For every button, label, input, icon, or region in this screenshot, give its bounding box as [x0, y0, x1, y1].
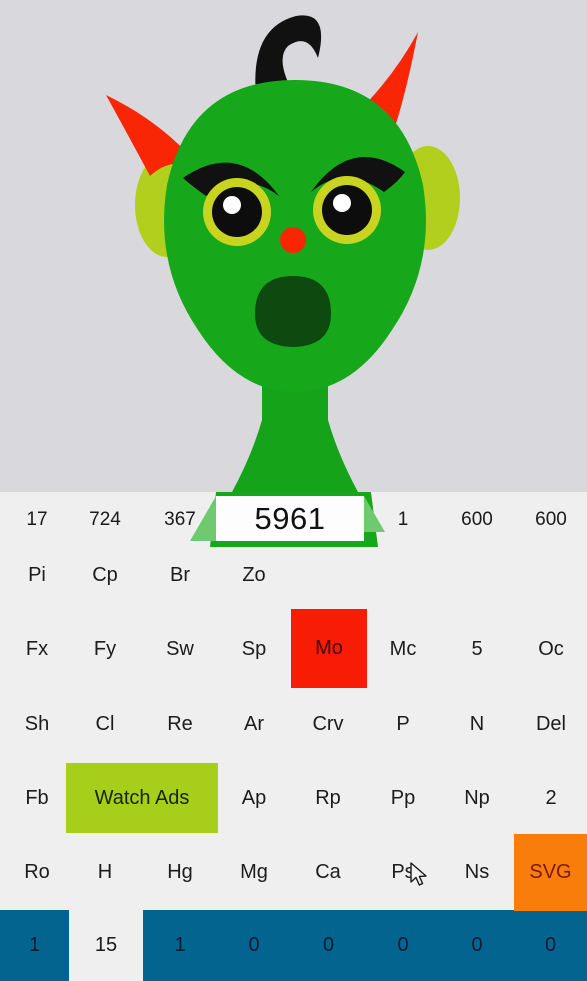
bottom-slot-6[interactable]: 0	[366, 910, 440, 981]
bottom-slot-7[interactable]: 0	[440, 910, 514, 981]
key-r1c8-empty	[514, 547, 587, 603]
key-ns[interactable]: Ns	[440, 844, 514, 900]
avatar-mouth	[254, 276, 332, 347]
key-sw[interactable]: Sw	[143, 621, 217, 677]
key-del[interactable]: Del	[514, 696, 587, 752]
key-np[interactable]: Np	[440, 770, 514, 826]
key-r1c7-empty	[440, 547, 514, 603]
watch-ads-button[interactable]: Watch Ads	[66, 763, 218, 833]
score-display: 5961	[216, 496, 364, 541]
key-r1c6-empty	[366, 547, 440, 603]
key-fx[interactable]: Fx	[0, 621, 74, 677]
counter-cell-7[interactable]: 600	[440, 492, 514, 547]
key-p[interactable]: P	[366, 696, 440, 752]
counter-cell-2[interactable]: 724	[68, 492, 142, 547]
counter-cell-1[interactable]: 17	[0, 492, 74, 547]
key-ps[interactable]: Ps	[366, 844, 440, 900]
key-n[interactable]: N	[440, 696, 514, 752]
key-mg[interactable]: Mg	[217, 844, 291, 900]
key-r1c5-empty	[291, 547, 365, 603]
counter-cell-6[interactable]: 1	[366, 492, 440, 547]
avatar-nose	[280, 227, 306, 253]
key-cp[interactable]: Cp	[68, 547, 142, 603]
key-2[interactable]: 2	[514, 770, 587, 826]
bottom-slot-1[interactable]: 1	[0, 910, 69, 981]
key-re[interactable]: Re	[143, 696, 217, 752]
key-ca[interactable]: Ca	[291, 844, 365, 900]
key-5[interactable]: 5	[440, 621, 514, 677]
goblin-avatar-illustration	[106, 15, 460, 492]
counter-cell-3[interactable]: 367	[143, 492, 217, 547]
key-pp[interactable]: Pp	[366, 770, 440, 826]
key-cl[interactable]: Cl	[68, 696, 142, 752]
key-ap[interactable]: Ap	[217, 770, 291, 826]
key-ro[interactable]: Ro	[0, 844, 74, 900]
key-oc[interactable]: Oc	[514, 621, 587, 677]
bottom-slot-5[interactable]: 0	[291, 910, 366, 981]
key-ar[interactable]: Ar	[217, 696, 291, 752]
avatar-left-eye-highlight	[223, 196, 241, 214]
key-fb[interactable]: Fb	[0, 770, 74, 826]
key-sp[interactable]: Sp	[217, 621, 291, 677]
key-sh[interactable]: Sh	[0, 696, 74, 752]
key-br[interactable]: Br	[143, 547, 217, 603]
key-zo[interactable]: Zo	[217, 547, 291, 603]
key-pi[interactable]: Pi	[0, 547, 74, 603]
mo-button[interactable]: Mo	[291, 609, 367, 688]
avatar-right-eye-highlight	[333, 194, 351, 212]
bottom-slot-8[interactable]: 0	[514, 910, 587, 981]
bottom-slot-4[interactable]: 0	[217, 910, 291, 981]
key-rp[interactable]: Rp	[291, 770, 365, 826]
bottom-slot-3[interactable]: 1	[143, 910, 217, 981]
bottom-slot-2[interactable]: 15	[69, 910, 143, 981]
key-fy[interactable]: Fy	[68, 621, 142, 677]
svg-button[interactable]: SVG	[514, 834, 587, 911]
app-root: 17 724 367 1 600 600 5961 Pi Cp Br Zo Fx…	[0, 0, 587, 981]
key-mc[interactable]: Mc	[366, 621, 440, 677]
counter-cell-8[interactable]: 600	[514, 492, 587, 547]
key-hg[interactable]: Hg	[143, 844, 217, 900]
key-crv[interactable]: Crv	[291, 696, 365, 752]
bottom-bar: 1 15 1 0 0 0 0 0	[0, 910, 587, 981]
key-h[interactable]: H	[68, 844, 142, 900]
key-grid: Pi Cp Br Zo Fx Fy Sw Sp Mc 5 Oc Sh Cl Re…	[0, 547, 587, 910]
character-stage	[0, 0, 587, 492]
